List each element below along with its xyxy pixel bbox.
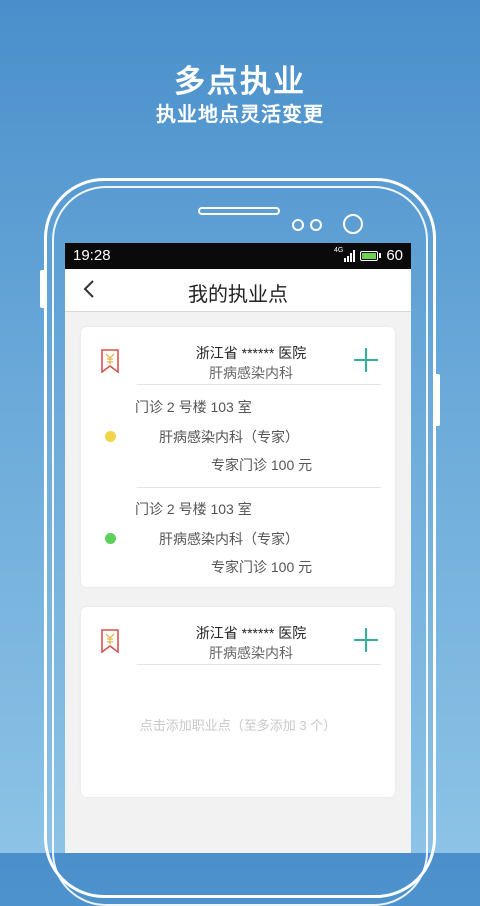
card-header: 浙江省 ****** 医院 肝病感染内科	[81, 607, 395, 665]
place-location: 门诊 2 号楼 103 室	[135, 399, 252, 415]
hospital-name: 浙江省 ****** 医院	[195, 625, 307, 641]
place-location: 门诊 2 号楼 103 室	[135, 501, 252, 517]
hospital-department: 肝病感染内科	[209, 645, 293, 661]
battery-icon	[360, 250, 379, 261]
practice-place[interactable]: 门诊 2 号楼 103 室 肝病感染内科（专家） 专家门诊 100 元	[81, 385, 395, 487]
status-time: 19:28	[73, 247, 111, 264]
hospital-name: 浙江省 ****** 医院	[195, 345, 307, 361]
place-department: 肝病感染内科（专家）	[159, 531, 299, 547]
place-fee: 专家门诊 100 元	[211, 559, 313, 575]
practice-place[interactable]: 门诊 2 号楼 103 室 肝病感染内科（专家） 专家门诊 100 元	[81, 487, 395, 589]
signal-icon	[344, 249, 356, 262]
phone-sensor	[292, 219, 304, 231]
promo-title: 多点执业	[174, 64, 306, 99]
battery-level: 60	[386, 247, 403, 264]
phone-side-button	[434, 374, 440, 426]
place-fee: 专家门诊 100 元	[211, 457, 313, 473]
place-department: 肝病感染内科（专家）	[159, 429, 299, 445]
practice-card: 浙江省 ****** 医院 肝病感染内科 门诊 2 号楼 103 室 肝病感染内…	[81, 327, 395, 587]
status-dot	[105, 533, 116, 544]
phone-camera	[343, 214, 363, 234]
page-title: 我的执业点	[188, 284, 288, 306]
add-icon[interactable]	[353, 627, 379, 653]
add-icon[interactable]	[353, 347, 379, 373]
practice-card: 浙江省 ****** 医院 肝病感染内科 点击添加职业点（至多添加 3 个）	[81, 607, 395, 797]
add-place-hint[interactable]: 点击添加职业点（至多添加 3 个）	[81, 715, 395, 734]
phone-sensor	[310, 219, 322, 231]
card-header: 浙江省 ****** 医院 肝病感染内科	[81, 327, 395, 385]
hospital-department: 肝病感染内科	[209, 365, 293, 381]
nav-bar: 我的执业点	[65, 269, 411, 312]
status-bar: 19:28 4G 60	[65, 243, 411, 269]
phone-side-button	[40, 270, 46, 308]
rmb-tag-icon	[101, 349, 119, 373]
promo-subtitle: 执业地点灵活变更	[156, 104, 324, 126]
rmb-tag-icon	[101, 629, 119, 653]
network-label: 4G	[333, 247, 344, 254]
status-dot	[105, 431, 116, 442]
battery-tip	[379, 253, 382, 258]
phone-screen: 19:28 4G 60 我的执业点 浙江省 ****** 医院 肝病感染内科 门…	[65, 243, 411, 853]
phone-speaker	[198, 207, 280, 215]
